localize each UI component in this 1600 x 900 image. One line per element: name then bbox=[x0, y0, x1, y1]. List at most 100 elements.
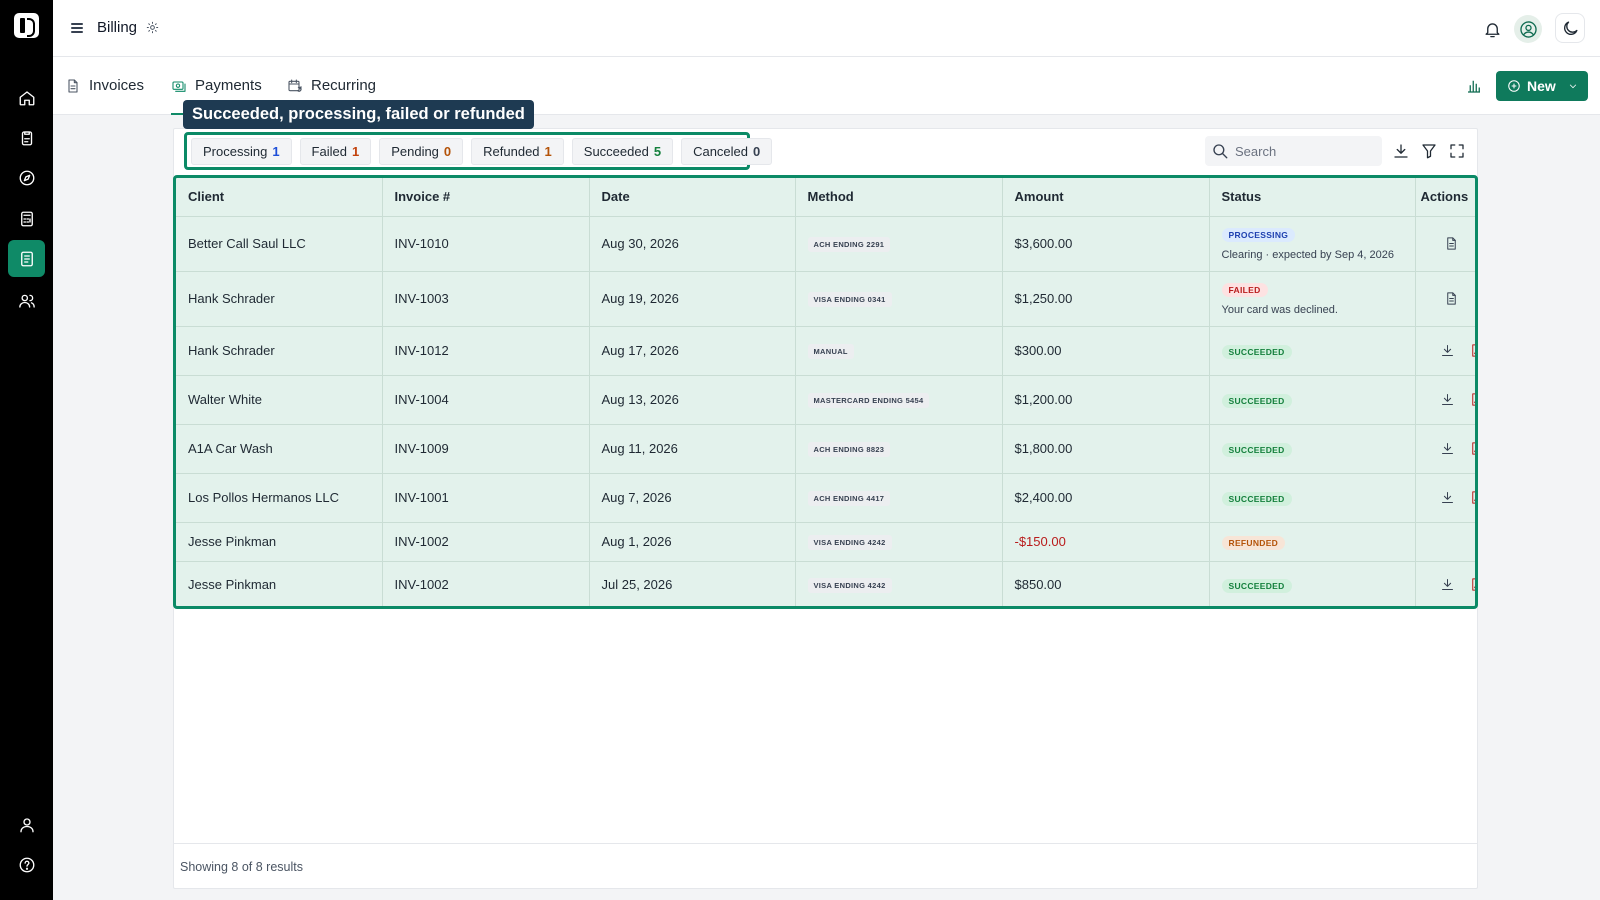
filter-canceled[interactable]: Canceled 0 bbox=[681, 137, 773, 165]
column-header-client[interactable]: Client bbox=[176, 178, 383, 217]
pdf-icon[interactable] bbox=[1469, 489, 1475, 507]
status-badge: REFUNDED bbox=[1221, 535, 1286, 550]
table-row[interactable]: A1A Car Wash INV-1009 Aug 11, 2026 ACH E… bbox=[176, 424, 1475, 474]
cell-status: SUCCEEDED bbox=[1209, 561, 1416, 606]
download-receipt-icon[interactable] bbox=[1440, 391, 1455, 409]
filter-count: 1 bbox=[272, 143, 280, 159]
cell-date: Jul 25, 2026 bbox=[589, 561, 796, 606]
filter-count: 1 bbox=[544, 143, 552, 159]
help-icon[interactable] bbox=[8, 846, 45, 883]
pdf-icon[interactable] bbox=[1469, 440, 1475, 458]
download-receipt-icon[interactable] bbox=[1440, 342, 1455, 360]
cell-invoice: INV-1001 bbox=[382, 473, 590, 523]
column-header-status[interactable]: Status bbox=[1209, 178, 1416, 217]
filter-pending[interactable]: Pending 0 bbox=[379, 137, 464, 165]
download-icon[interactable] bbox=[1390, 140, 1412, 162]
pdf-icon[interactable] bbox=[1469, 342, 1475, 360]
fullscreen-icon[interactable] bbox=[1446, 140, 1468, 162]
cell-amount: $300.00 bbox=[1002, 326, 1210, 376]
status-note: Clearing · expected by Sep 4, 2026 bbox=[1221, 249, 1394, 261]
bar-chart-icon[interactable] bbox=[1465, 77, 1487, 99]
pdf-icon[interactable] bbox=[1469, 391, 1475, 409]
filter-processing[interactable]: Processing 1 bbox=[191, 137, 292, 165]
method-badge: VISA ENDING 4242 bbox=[807, 535, 892, 550]
tab-label: Invoices bbox=[89, 77, 145, 94]
search-icon bbox=[1213, 144, 1228, 159]
cell-status: SUCCEEDED bbox=[1209, 424, 1416, 474]
hamburger-menu-icon[interactable] bbox=[69, 19, 87, 37]
cell-amount: -$150.00 bbox=[1002, 522, 1210, 562]
table-row[interactable]: Los Pollos Hermanos LLC INV-1001 Aug 7, … bbox=[176, 473, 1475, 523]
download-receipt-icon[interactable] bbox=[1440, 440, 1455, 458]
profile-icon[interactable] bbox=[8, 806, 45, 843]
settings-gear-icon[interactable] bbox=[145, 20, 160, 35]
table-row[interactable]: Hank Schrader INV-1012 Aug 17, 2026 MANU… bbox=[176, 326, 1475, 376]
cell-method: VISA ENDING 4242 bbox=[795, 561, 1003, 606]
table-row[interactable]: Jesse Pinkman INV-1002 Aug 1, 2026 VISA … bbox=[176, 522, 1475, 562]
cash-icon bbox=[172, 81, 186, 92]
filter-label: Succeeded bbox=[583, 143, 649, 159]
status-badge: SUCCEEDED bbox=[1221, 442, 1292, 457]
table-row[interactable]: Jesse Pinkman INV-1002 Jul 25, 2026 VISA… bbox=[176, 561, 1475, 606]
calculator-icon[interactable] bbox=[8, 200, 45, 237]
calendar-repeat-icon bbox=[288, 79, 302, 92]
cell-client: Los Pollos Hermanos LLC bbox=[176, 473, 383, 523]
cell-status: FAILED Your card was declined. bbox=[1209, 271, 1416, 327]
table-row[interactable]: Walter White INV-1004 Aug 13, 2026 MASTE… bbox=[176, 375, 1475, 425]
search-input[interactable] bbox=[1235, 143, 1375, 159]
status-badge: SUCCEEDED bbox=[1221, 393, 1292, 408]
plus-circle-icon bbox=[1508, 80, 1520, 92]
cell-actions bbox=[1415, 271, 1475, 327]
view-invoice-icon[interactable] bbox=[1442, 235, 1460, 253]
clipboard-icon[interactable] bbox=[8, 119, 45, 156]
home-icon[interactable] bbox=[8, 79, 45, 116]
filter-count: 5 bbox=[653, 143, 662, 159]
cell-actions bbox=[1415, 473, 1475, 523]
column-header-amount[interactable]: Amount bbox=[1002, 178, 1210, 217]
filter-succeeded[interactable]: Succeeded 5 bbox=[571, 137, 674, 165]
cell-invoice: INV-1012 bbox=[382, 326, 590, 376]
column-header-method[interactable]: Method bbox=[795, 178, 1003, 217]
column-header-date[interactable]: Date bbox=[589, 178, 796, 217]
filter-refunded[interactable]: Refunded 1 bbox=[471, 137, 564, 165]
cell-date: Aug 19, 2026 bbox=[589, 271, 796, 327]
search-box bbox=[1205, 136, 1382, 166]
filter-failed[interactable]: Failed 1 bbox=[299, 137, 372, 165]
tab-label: Payments bbox=[195, 77, 262, 94]
cell-method: MASTERCARD ENDING 5454 bbox=[795, 375, 1003, 425]
filter-tooltip: Succeeded, processing, failed or refunde… bbox=[183, 100, 534, 129]
method-badge: ACH ENDING 8823 bbox=[807, 442, 891, 457]
table-row[interactable]: Better Call Saul LLC INV-1010 Aug 30, 20… bbox=[176, 216, 1475, 272]
cell-amount: $1,800.00 bbox=[1002, 424, 1210, 474]
user-circle-icon[interactable] bbox=[1514, 15, 1542, 43]
cell-date: Aug 17, 2026 bbox=[589, 326, 796, 376]
new-button-label: New bbox=[1527, 78, 1556, 94]
method-badge: MANUAL bbox=[807, 344, 854, 359]
footer-divider bbox=[174, 843, 1477, 844]
app-title: Billing bbox=[97, 19, 138, 36]
tab-invoices[interactable]: Invoices bbox=[65, 77, 144, 115]
method-badge: ACH ENDING 4417 bbox=[807, 491, 891, 506]
view-invoice-icon[interactable] bbox=[1442, 290, 1460, 308]
cell-actions bbox=[1415, 326, 1475, 376]
cell-date: Aug 1, 2026 bbox=[589, 522, 796, 562]
download-receipt-icon[interactable] bbox=[1440, 489, 1455, 507]
filter-label: Refunded bbox=[483, 143, 540, 159]
column-header-actions: Actions bbox=[1415, 178, 1475, 217]
compass-icon[interactable] bbox=[8, 159, 45, 196]
new-button[interactable]: New bbox=[1496, 71, 1588, 101]
pdf-icon[interactable] bbox=[1469, 576, 1475, 594]
moon-icon[interactable] bbox=[1555, 13, 1585, 43]
cell-amount: $1,250.00 bbox=[1002, 271, 1210, 327]
filter-icon[interactable] bbox=[1418, 140, 1440, 162]
cell-invoice: INV-1010 bbox=[382, 216, 590, 272]
app-logo[interactable] bbox=[14, 13, 39, 38]
users-icon[interactable] bbox=[8, 282, 45, 319]
column-header-invoice[interactable]: Invoice # bbox=[382, 178, 590, 217]
billing-icon[interactable] bbox=[8, 240, 45, 277]
cell-client: Better Call Saul LLC bbox=[176, 216, 383, 272]
filter-label: Canceled bbox=[693, 143, 749, 159]
table-row[interactable]: Hank Schrader INV-1003 Aug 19, 2026 VISA… bbox=[176, 271, 1475, 327]
bell-icon[interactable] bbox=[1478, 15, 1506, 43]
download-receipt-icon[interactable] bbox=[1440, 576, 1455, 594]
